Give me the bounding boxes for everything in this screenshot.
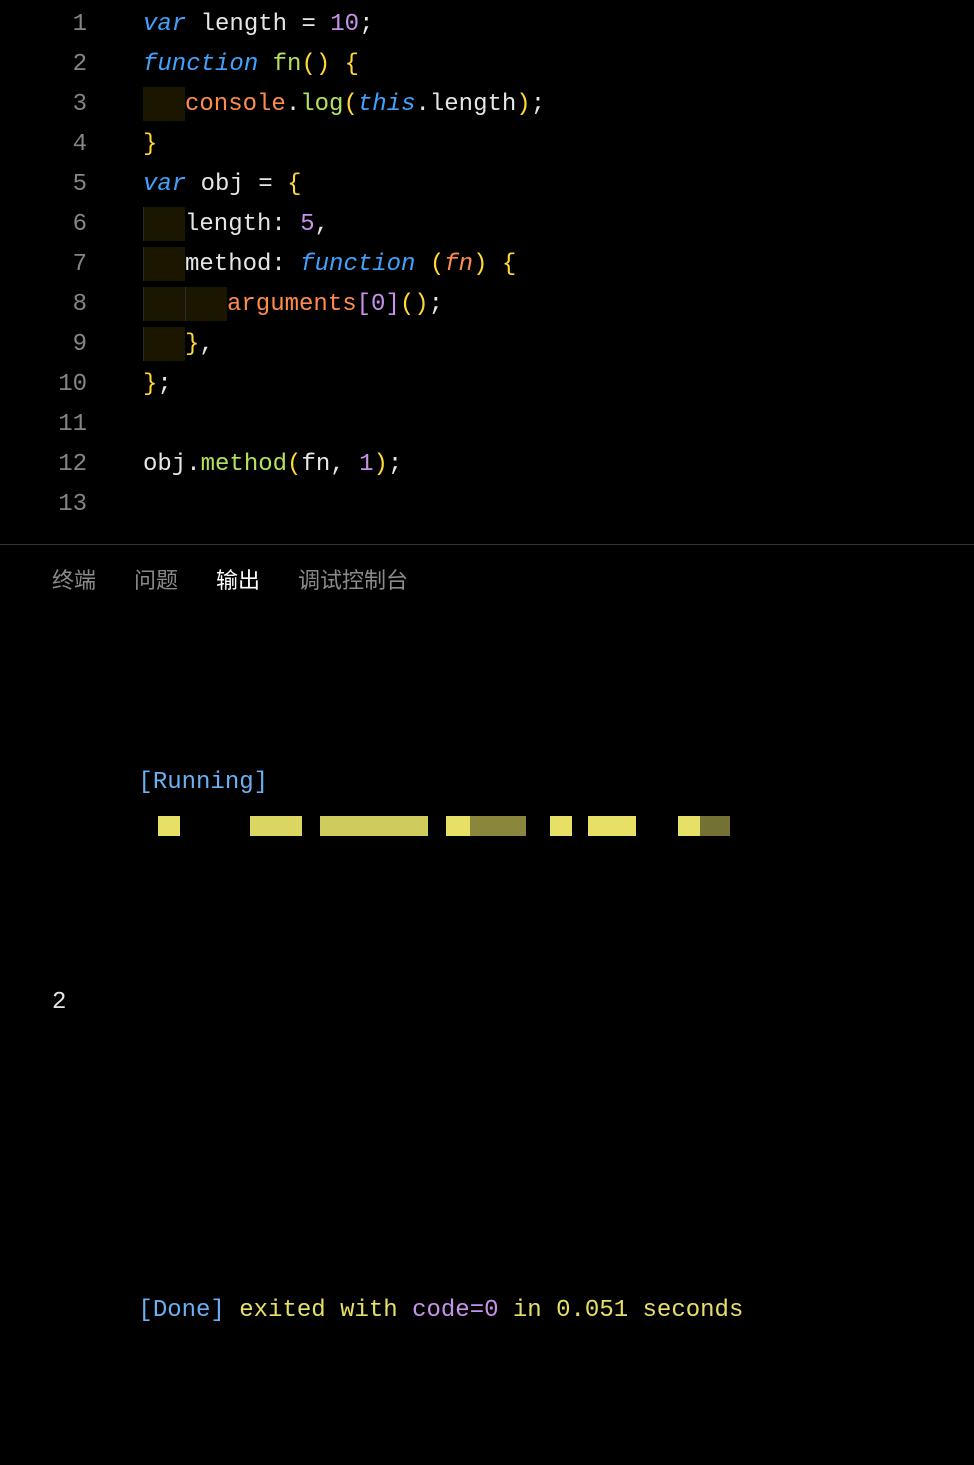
code-line[interactable]: 7 method : function ( fn ) { (0, 244, 974, 284)
code-content[interactable]: var obj = { (115, 171, 301, 198)
code-content[interactable]: arguments [ 0 ] () ; (115, 287, 443, 321)
done-label: [Done] (138, 1297, 224, 1324)
bottom-panel: 终端 问题 输出 调试控制台 [Running] (0, 544, 974, 1465)
panel-tabs: 终端 问题 输出 调试控制台 (0, 563, 974, 595)
code-content[interactable]: console . log ( this . length ) ; (115, 87, 545, 121)
running-label: [Running] (138, 769, 268, 796)
code-line[interactable]: 9 } , (0, 324, 974, 364)
line-number: 8 (0, 291, 115, 318)
output-line-done: [Done] exited with code=0 in 0.051 secon… (52, 1245, 974, 1377)
line-number: 1 (0, 11, 115, 38)
code-line[interactable]: 13 (0, 484, 974, 524)
code-line[interactable]: 4 } (0, 124, 974, 164)
line-number: 12 (0, 451, 115, 478)
line-number: 5 (0, 171, 115, 198)
code-content[interactable]: method : function ( fn ) { (115, 247, 516, 281)
output-panel[interactable]: [Running] 2 [Done] exited (0, 595, 974, 1465)
redacted-command (158, 816, 730, 836)
code-line[interactable]: 2 function fn () { (0, 44, 974, 84)
code-content[interactable]: } (115, 131, 157, 158)
code-content[interactable]: var length = 10 ; (115, 11, 373, 38)
line-number: 13 (0, 491, 115, 518)
code-line[interactable]: 11 (0, 404, 974, 444)
code-line[interactable]: 3 console . log ( this . length ) ; (0, 84, 974, 124)
line-number: 10 (0, 371, 115, 398)
output-line-running: [Running] (52, 717, 974, 893)
tab-debug-console[interactable]: 调试控制台 (298, 563, 408, 595)
line-number: 7 (0, 251, 115, 278)
code-editor[interactable]: 1 var length = 10 ; 2 function fn () { 3… (0, 0, 974, 524)
code-line[interactable]: 6 length : 5 , (0, 204, 974, 244)
code-line[interactable]: 12 obj . method ( fn , 1 ) ; (0, 444, 974, 484)
tab-output[interactable]: 输出 (216, 563, 260, 595)
line-number: 11 (0, 411, 115, 438)
code-content[interactable]: function fn () { (115, 51, 359, 78)
tab-terminal[interactable]: 终端 (52, 563, 96, 595)
code-content[interactable]: obj . method ( fn , 1 ) ; (115, 451, 402, 478)
tab-problems[interactable]: 问题 (134, 563, 178, 595)
code-content[interactable]: length : 5 , (115, 207, 329, 241)
code-line[interactable]: 10 } ; (0, 364, 974, 404)
line-number: 4 (0, 131, 115, 158)
line-number: 3 (0, 91, 115, 118)
code-content[interactable]: } ; (115, 371, 172, 398)
line-number: 9 (0, 331, 115, 358)
line-number: 6 (0, 211, 115, 238)
code-line[interactable]: 8 arguments [ 0 ] () ; (0, 284, 974, 324)
code-line[interactable]: 1 var length = 10 ; (0, 4, 974, 44)
output-line-result: 2 (52, 981, 974, 1025)
code-content[interactable]: } , (115, 327, 214, 361)
code-line[interactable]: 5 var obj = { (0, 164, 974, 204)
line-number: 2 (0, 51, 115, 78)
